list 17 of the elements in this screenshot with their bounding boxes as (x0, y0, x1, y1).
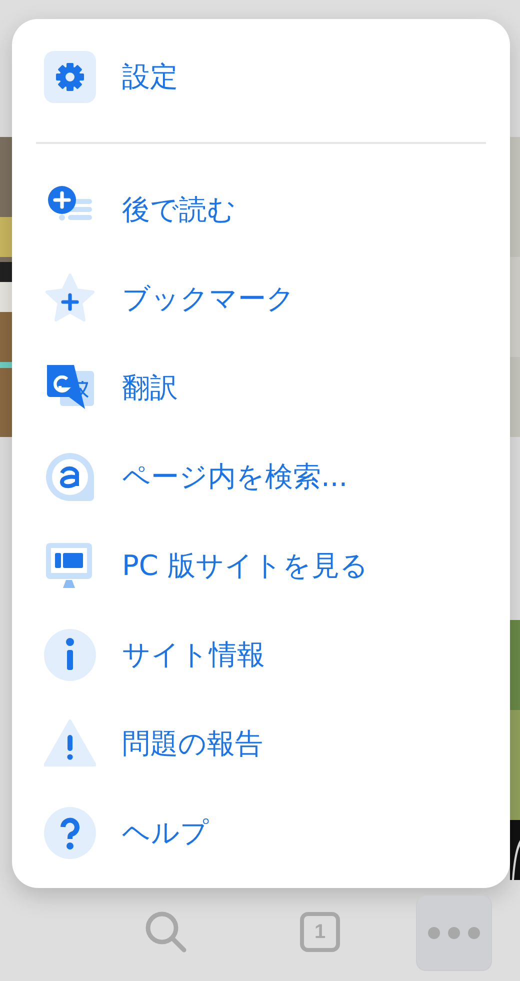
more-button[interactable] (416, 895, 492, 971)
menu-item[interactable]: 翻訳 (44, 343, 486, 432)
menu-item[interactable]: 後で読む (44, 165, 486, 254)
letter-search-icon (44, 450, 96, 502)
more-icon (427, 926, 481, 940)
warning-icon (44, 718, 96, 770)
menu-item[interactable]: ヘルプ (44, 788, 486, 877)
info-icon (44, 628, 96, 680)
menu-item[interactable]: サイト情報 (44, 610, 486, 699)
gear-icon (44, 51, 96, 103)
settings-item[interactable]: 設定 (44, 51, 486, 103)
menu-item[interactable]: ブックマーク (44, 254, 486, 343)
menu-item[interactable]: PC 版サイトを見る (44, 521, 486, 610)
star-plus-icon (44, 272, 96, 324)
menu-item[interactable]: 問題の報告 (44, 699, 486, 788)
menu-item[interactable]: ページ内を検索... (44, 432, 486, 521)
help-icon (44, 806, 96, 858)
